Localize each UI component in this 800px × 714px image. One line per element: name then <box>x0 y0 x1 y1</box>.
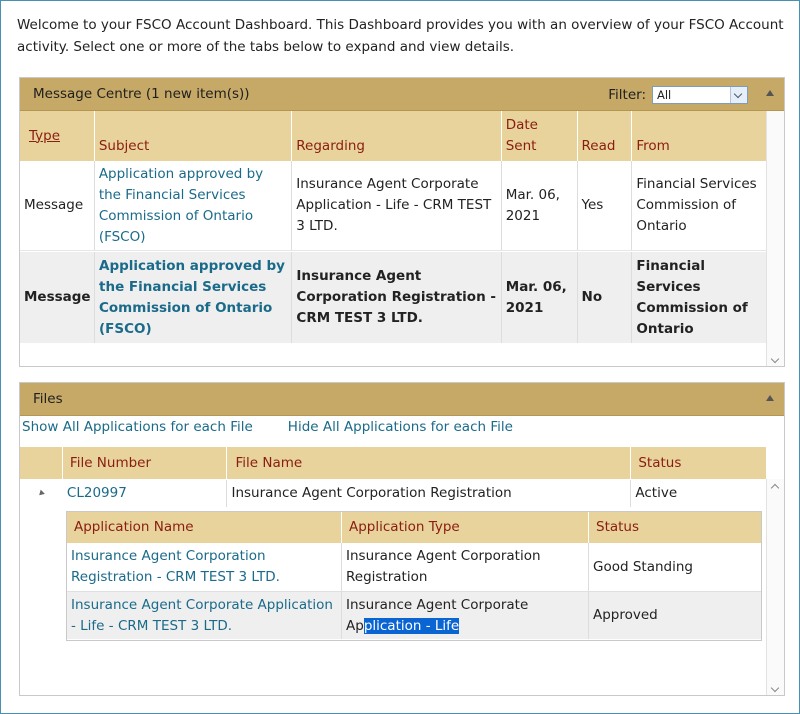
application-type: Insurance Agent Corporate Application - … <box>342 592 589 639</box>
message-read: Yes <box>578 161 633 250</box>
message-from: Financial Services Commission of Ontario <box>636 257 748 337</box>
col-file-status: Status <box>638 454 682 471</box>
col-regarding: Regarding <box>292 111 502 161</box>
file-number-link[interactable]: CL20997 <box>63 480 228 507</box>
table-row[interactable]: Message Application approved by the Fina… <box>20 252 766 343</box>
message-read: No <box>578 252 633 343</box>
application-name-link[interactable]: Insurance Agent Corporate Application - … <box>67 592 342 639</box>
files-table-header: File Number File Name Status <box>20 447 766 479</box>
col-file-number: File Number <box>63 447 228 479</box>
files-title: Files <box>33 391 63 407</box>
col-type[interactable]: Type <box>20 111 95 161</box>
expanded-triangle-icon[interactable] <box>37 489 46 498</box>
col-expand <box>20 447 63 479</box>
scroll-up-icon[interactable] <box>770 483 780 493</box>
message-type: Message <box>20 252 95 343</box>
filter-value: All <box>657 88 672 102</box>
table-row[interactable]: Message Application approved by the Fina… <box>20 161 766 251</box>
filter-label: Filter: <box>608 87 646 103</box>
col-application-name: Application Name <box>67 512 342 543</box>
collapse-icon[interactable] <box>766 395 774 401</box>
message-table-header: Type Subject Regarding Date Sent Read Fro… <box>20 111 766 161</box>
message-date: Mar. 06, 2021 <box>502 161 578 250</box>
message-date: Mar. 06, 2021 <box>502 252 578 343</box>
message-scrollbar[interactable] <box>766 111 784 366</box>
scroll-down-icon[interactable] <box>770 354 780 364</box>
scroll-down-icon[interactable] <box>770 683 780 693</box>
file-status: Active <box>635 485 678 501</box>
col-file-name: File Name <box>227 447 632 479</box>
application-type: Insurance Agent Corporation Registration <box>342 543 589 591</box>
col-read: Read <box>578 111 633 161</box>
applications-table: Application Name Application Type Status… <box>66 511 762 641</box>
expand-toggle[interactable] <box>20 480 63 507</box>
show-all-applications-link[interactable]: Show All Applications for each File <box>22 419 253 441</box>
chevron-down-icon[interactable] <box>730 87 747 103</box>
message-subject-link[interactable]: Application approved by the Financial Se… <box>95 252 293 343</box>
application-row[interactable]: Insurance Agent Corporation Registration… <box>67 543 761 592</box>
application-name-link[interactable]: Insurance Agent Corporation Registration… <box>67 543 342 591</box>
collapse-icon[interactable] <box>766 90 774 96</box>
application-status: Good Standing <box>593 558 693 575</box>
col-subject: Subject <box>95 111 293 161</box>
message-centre-panel: Message Centre (1 new item(s)) Filter: A… <box>19 77 785 367</box>
application-status: Approved <box>593 607 658 623</box>
hide-all-applications-link[interactable]: Hide All Applications for each File <box>288 419 513 441</box>
message-regarding: Insurance Agent Corporation Registration… <box>292 252 502 343</box>
files-panel: Files Show All Applications for each Fil… <box>19 382 785 696</box>
filter-select[interactable]: All <box>652 86 748 104</box>
message-from: Financial Services Commission of Ontario <box>636 176 757 234</box>
applications-table-header: Application Name Application Type Status <box>67 512 761 543</box>
intro-text: Welcome to your FSCO Account Dashboard. … <box>17 17 784 55</box>
col-from: From <box>636 137 670 154</box>
file-row[interactable]: CL20997 Insurance Agent Corporation Regi… <box>20 480 766 507</box>
message-regarding: Insurance Agent Corporate Application - … <box>292 161 502 250</box>
application-row[interactable]: Insurance Agent Corporate Application - … <box>67 592 761 639</box>
col-date-sent: Date Sent <box>502 111 578 161</box>
files-scrollbar[interactable] <box>766 479 784 695</box>
message-type: Message <box>20 161 95 250</box>
col-application-type: Application Type <box>342 512 589 543</box>
message-centre-header[interactable]: Message Centre (1 new item(s)) Filter: A… <box>20 78 784 111</box>
col-application-status: Status <box>596 519 640 535</box>
files-header[interactable]: Files <box>20 383 784 416</box>
file-name: Insurance Agent Corporation Registration <box>227 480 632 507</box>
selected-text: plication - Life <box>363 618 460 634</box>
files-toolbar: Show All Applications for each File Hide… <box>20 419 513 441</box>
message-centre-title: Message Centre (1 new item(s)) <box>33 86 250 102</box>
message-subject-link[interactable]: Application approved by the Financial Se… <box>95 161 293 250</box>
